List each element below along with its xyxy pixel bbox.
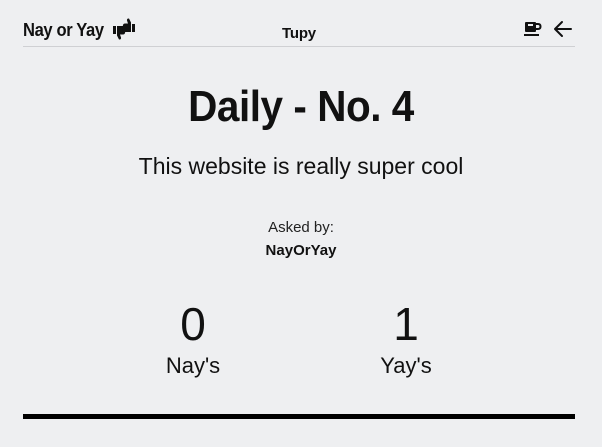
nay-label: Nay's	[165, 353, 221, 378]
page-title: Daily - No. 4	[188, 82, 414, 131]
asked-by-user: NayOrYay	[265, 242, 337, 259]
yay-count: 1	[393, 298, 419, 350]
bottom-divider	[23, 414, 575, 419]
nay-count: 0	[180, 298, 206, 350]
back-arrow-icon[interactable]	[553, 19, 573, 39]
yay-label: Yay's	[380, 353, 432, 378]
nay-stat[interactable]: 0 Nay's	[113, 298, 273, 380]
yay-stat[interactable]: 1 Yay's	[326, 298, 486, 380]
page: Nay or Yay Tupy Daily - No. 4 This websi…	[0, 0, 602, 447]
header-center-title: Tupy	[282, 25, 316, 42]
header: Nay or Yay Tupy	[23, 14, 575, 47]
coffee-icon[interactable]	[523, 19, 543, 39]
question-text: This website is really super cool	[138, 153, 464, 179]
header-actions	[523, 19, 573, 39]
asked-by-label: Asked by:	[268, 219, 334, 236]
